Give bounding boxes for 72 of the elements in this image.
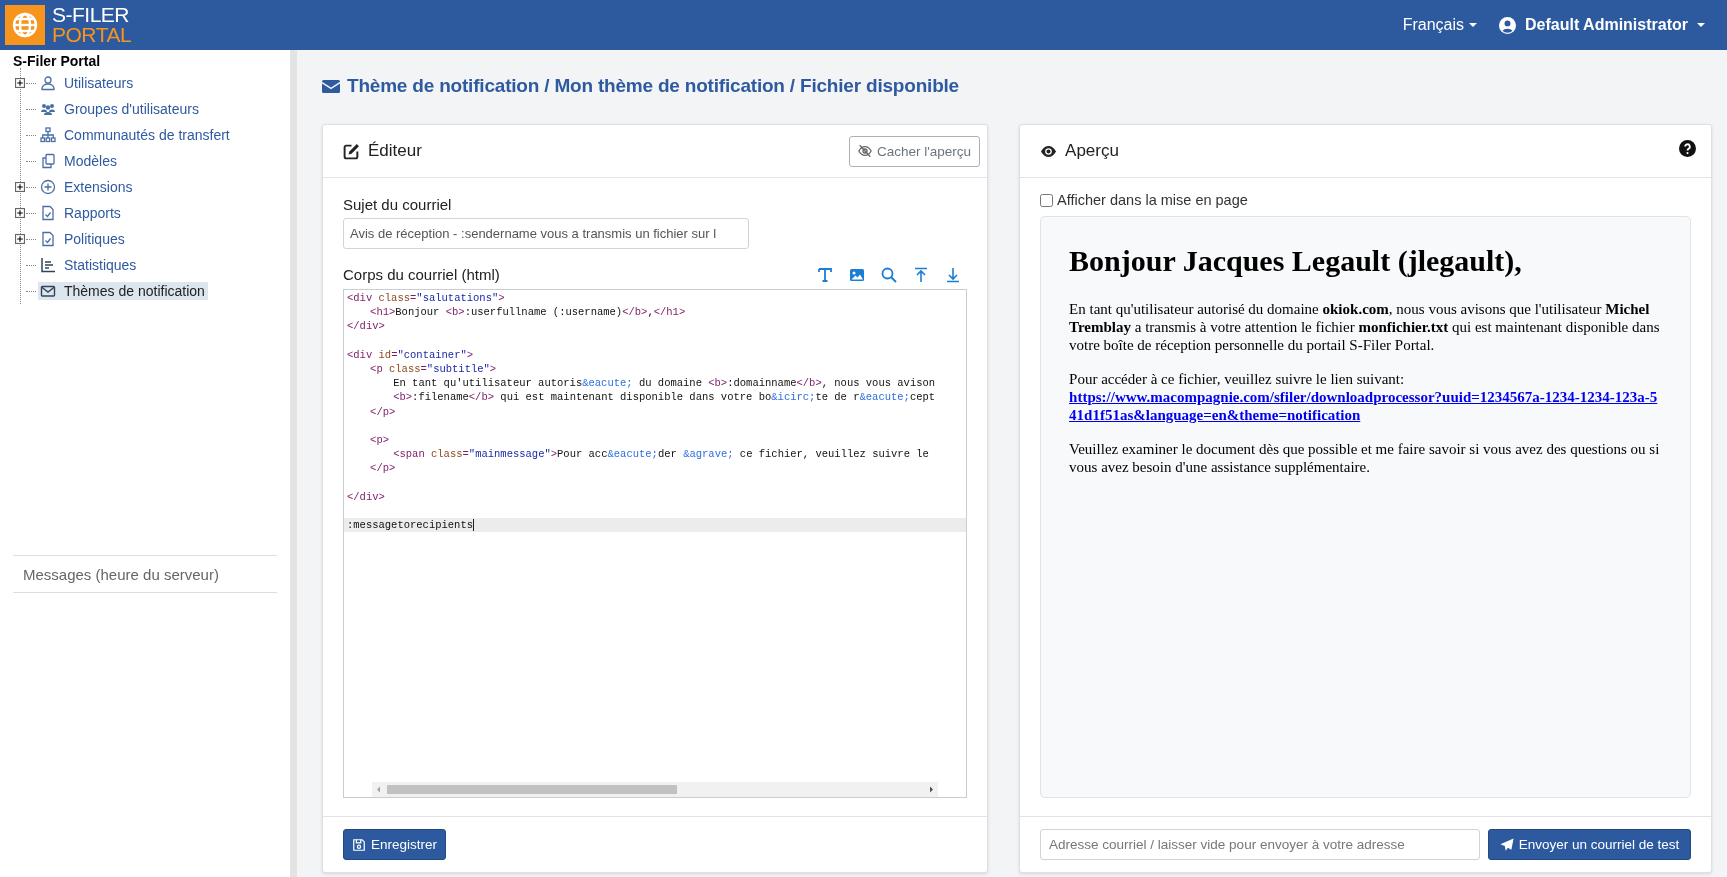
caret-icon bbox=[1697, 23, 1705, 27]
hide-preview-button[interactable]: Cacher l'aperçu bbox=[848, 135, 981, 167]
checkbox[interactable] bbox=[1040, 193, 1054, 207]
expand-icon[interactable] bbox=[15, 182, 25, 192]
expand-icon[interactable] bbox=[15, 208, 25, 218]
tree-root-label: S-Filer Portal bbox=[12, 52, 101, 68]
paper-plane-icon bbox=[1499, 837, 1514, 852]
messages-heading: Messages (heure du serveur) bbox=[23, 566, 219, 583]
send-test-email-button[interactable]: Envoyer un courriel de test bbox=[1488, 829, 1691, 860]
plus-circle-icon bbox=[40, 179, 56, 195]
field-label: Sujet du courriel bbox=[343, 196, 453, 213]
code-line: </div> bbox=[347, 489, 385, 504]
arrow-up-to-line-icon[interactable] bbox=[913, 266, 930, 283]
email-paragraph: En tant qu'utilisateur autorisé du domaine okiok.com, nous vous avisons que l'utilisateur Michel Tremblay a transmis à votre attention le fichier monfichier.txt qui est maintenant disponible dans votre boîte de réception personnelle du portail S-Filer Portal. bbox=[1069, 300, 1661, 354]
help-icon[interactable] bbox=[1679, 140, 1696, 157]
code-line: </div> bbox=[347, 319, 385, 334]
envelope-icon bbox=[40, 283, 56, 299]
envelope-icon bbox=[322, 79, 340, 93]
code-line: <b>:filename</b> qui est maintenant disponible dans votre bo&icirc;te de r&eacute;cept bbox=[393, 390, 936, 405]
sidebar-item[interactable]: Thèmes de notification bbox=[38, 282, 208, 300]
code-line: <div class="salutations"> bbox=[347, 291, 505, 306]
sidebar-item[interactable]: Modèles bbox=[38, 152, 120, 170]
download-icon[interactable] bbox=[945, 266, 962, 283]
text-icon[interactable] bbox=[817, 266, 834, 283]
sidebar-item[interactable]: Extensions bbox=[38, 178, 136, 196]
sidebar-item[interactable]: Rapports bbox=[38, 204, 124, 222]
caret-icon bbox=[1469, 23, 1477, 27]
code-line: <p class="subtitle"> bbox=[370, 361, 497, 377]
code-line: </p> bbox=[370, 404, 396, 419]
sidebar-item[interactable]: Statistiques bbox=[38, 256, 140, 274]
expand-icon[interactable] bbox=[15, 78, 25, 88]
sidebar-item[interactable]: Groupes d'utilisateurs bbox=[38, 100, 202, 118]
save-button[interactable]: Enregistrer bbox=[343, 829, 447, 860]
users-icon bbox=[40, 101, 56, 117]
sidebar-item[interactable]: Communautés de transfert bbox=[38, 126, 233, 144]
user-menu[interactable]: Default Administrator bbox=[1497, 14, 1707, 36]
eye-slash-icon bbox=[857, 144, 872, 158]
checkbox-label: Afficher dans la mise en page bbox=[1057, 192, 1248, 208]
hierarchy-icon bbox=[40, 127, 56, 143]
logo-text: S-FILER bbox=[52, 5, 130, 25]
expand-icon[interactable] bbox=[15, 234, 25, 244]
user-icon bbox=[40, 75, 56, 91]
code-line: <div id="container"> bbox=[347, 347, 474, 362]
logo-subtext: PORTAL bbox=[52, 25, 132, 45]
email-paragraph: Veuillez examiner le document dès que possible et me faire savoir si vous avez des questions ou si vous avez besoin d'une assistance supplémentaire. bbox=[1069, 440, 1661, 476]
email-heading: Bonjour Jacques Legault (jlegault), bbox=[1069, 244, 1523, 278]
code-line: <span class="mainmessage">Pour acc&eacute;der &agrave; ce fichier, veuillez suivre le bbox=[393, 447, 929, 462]
sidebar-item[interactable]: Utilisateurs bbox=[38, 74, 137, 92]
user-circle-icon bbox=[1499, 16, 1516, 34]
code-line: En tant qu'utilisateur autoris&eacute; du domaine <b>:domainname</b>, nous vous avison bbox=[393, 376, 936, 391]
code-line: :messagetorecipients bbox=[347, 518, 474, 533]
bar-chart-icon bbox=[40, 257, 56, 273]
document-check-icon bbox=[40, 205, 56, 221]
email-address-field[interactable]: Adresse courriel / laisser vide pour envoyer à votre adresse bbox=[1040, 829, 1481, 860]
download-link[interactable]: https://www.macompagnie.com/sfiler/downloadprocessor?uuid=1234567a-1234-1234-123a-541d1f51as&language=en&theme=notification bbox=[1069, 388, 1662, 424]
copy-icon bbox=[40, 153, 56, 169]
sidebar-item[interactable]: Politiques bbox=[38, 230, 128, 248]
email-paragraph: Pour accéder à ce fichier, veuillez suivre le lien suivant: bbox=[1069, 370, 1406, 388]
field-label: Corps du courriel (html) bbox=[343, 266, 500, 283]
card-title: Éditeur bbox=[368, 141, 422, 161]
image-icon[interactable] bbox=[849, 266, 866, 283]
edit-icon bbox=[343, 142, 360, 160]
search-icon[interactable] bbox=[881, 266, 898, 283]
breadcrumb: Thème de notification / Mon thème de notification / Fichier disponible bbox=[347, 75, 959, 97]
card-title: Aperçu bbox=[1065, 141, 1119, 161]
language-menu[interactable]: Français bbox=[1400, 14, 1479, 36]
document-check-icon bbox=[40, 231, 56, 247]
code-line: <h1>Bonjour <b>:userfullname (:username)</b>,</h1> bbox=[370, 305, 686, 320]
globe-logo-icon bbox=[5, 5, 45, 45]
subject-field[interactable]: Avis de réception - :sendername vous a transmis un fichier sur l bbox=[343, 218, 749, 249]
code-line: </p> bbox=[370, 461, 396, 476]
code-line: <p> bbox=[370, 432, 389, 448]
